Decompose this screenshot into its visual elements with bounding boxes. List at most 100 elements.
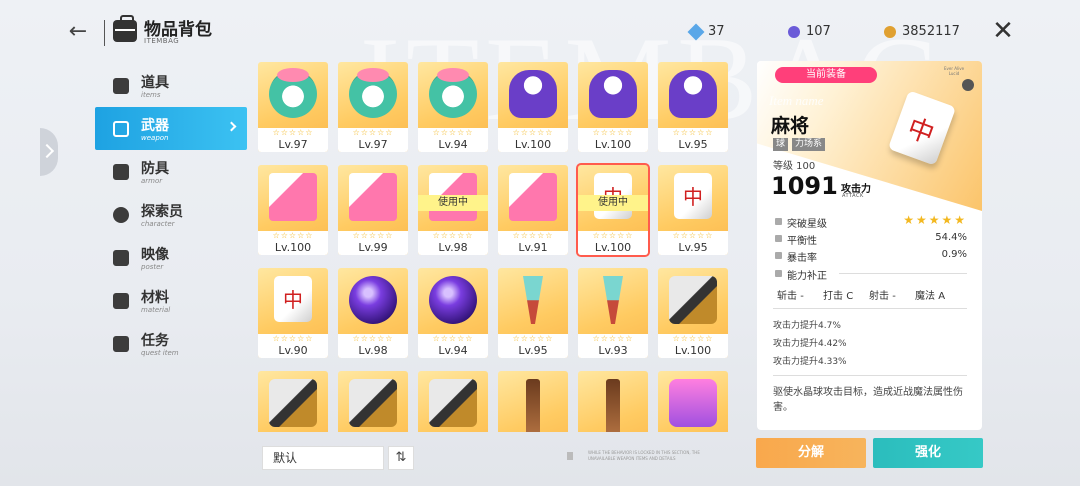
cube-item-icon [269, 173, 317, 221]
item-stars: ☆☆☆☆☆ [432, 231, 474, 240]
item-stars: ☆☆☆☆☆ [512, 231, 554, 240]
close-icon[interactable]: ✕ [990, 16, 1016, 46]
item-level: Lv.91 [518, 241, 548, 254]
stat-row: 突破星级 ★★★★★ [775, 213, 967, 230]
item-slot[interactable]: ☆☆☆☆☆ Lv.91 [498, 165, 568, 255]
dismantle-button[interactable]: 分解 [756, 438, 866, 468]
side-expand-tab[interactable] [40, 128, 58, 176]
item-slot[interactable]: ☆☆☆☆☆ Lv.100 [578, 62, 648, 152]
item-slot[interactable]: ☆☆☆☆☆ Lv.100 [498, 62, 568, 152]
nav-label: 武器 [141, 118, 169, 134]
currency-value: 3852117 [902, 24, 960, 39]
gun-item-icon [606, 379, 620, 432]
attack-label-en: ATTACK [842, 193, 864, 199]
item-slot[interactable]: ☆☆☆☆☆Lv.90 [258, 268, 328, 358]
correction-item: 射击 - [869, 287, 896, 302]
nav-item-poster[interactable]: 映像 poster [95, 236, 247, 279]
divider [839, 273, 967, 274]
nav-label: 任务 [141, 333, 169, 349]
item-detail-panel: 当前装备 Ever Alive Lucid Item name 麻将 球 力场系… [757, 61, 982, 430]
quest-icon [113, 335, 129, 352]
horn-item-icon [429, 379, 477, 427]
currency-diamond: 37 [687, 23, 725, 40]
nav-item-material[interactable]: 材料 material [95, 279, 247, 322]
weapon-icon [113, 120, 129, 137]
cube-item-icon [509, 173, 557, 221]
item-level: Lv.100 [674, 344, 712, 357]
item-level: Lv.100 [514, 138, 552, 151]
purple-orb-icon [788, 25, 800, 38]
header: ← 物品背包 ITEMBAG 37 107 3852117 ✕ [0, 0, 1080, 60]
diamond-icon [687, 23, 705, 40]
item-slot[interactable]: ☆☆☆☆☆Lv.95 [658, 62, 728, 152]
chart-icon [775, 270, 782, 277]
nav-item-weapon[interactable]: 武器 weapon [95, 107, 247, 150]
item-level: Lv.98 [438, 241, 468, 254]
item-level: Lv.98 [358, 344, 388, 357]
item-slot[interactable] [658, 371, 728, 432]
correction-item: 斩击 - [777, 287, 804, 302]
correction-name: 射击 [869, 291, 889, 302]
horn-item-icon [349, 379, 397, 427]
stat-value: 0.9% [941, 249, 967, 260]
item-slot[interactable] [258, 371, 328, 432]
stat-row: 暴击率 0.9% [775, 249, 967, 264]
back-arrow-icon[interactable]: ← [64, 18, 92, 46]
doll-item-icon [589, 70, 637, 118]
item-tag: 球 [773, 138, 789, 151]
item-level: Lv.95 [518, 344, 548, 357]
horn-item-icon [669, 276, 717, 324]
item-slot[interactable] [578, 371, 648, 432]
tile-item-icon [274, 276, 312, 322]
item-level: Lv.97 [278, 138, 308, 151]
wand-item-icon [523, 276, 543, 324]
nav-item-items[interactable]: 道具 items [95, 64, 247, 107]
nav-item-character[interactable]: 探索员 character [95, 193, 247, 236]
item-stars: ☆☆☆☆☆ [592, 128, 634, 137]
item-description: 驱使水晶球攻击目标，造成近战魔法属性伤害。 [773, 387, 963, 413]
item-slot[interactable]: ☆☆☆☆☆ Lv.94 [418, 62, 488, 152]
item-slot[interactable]: ☆☆☆☆☆Lv.95 [658, 165, 728, 255]
item-level: Lv.95 [678, 138, 708, 151]
item-slot[interactable]: ☆☆☆☆☆ Lv.93 [578, 268, 648, 358]
item-slot[interactable] [338, 371, 408, 432]
item-level: Lv.94 [438, 138, 468, 151]
correction-title: 能力补正 [787, 271, 827, 282]
stat-name: 暴击率 [787, 253, 817, 264]
item-slot[interactable]: ☆☆☆☆☆ Lv.97 [258, 62, 328, 152]
nav-item-armor[interactable]: 防具 armor [95, 150, 247, 193]
item-slot[interactable]: ☆☆☆☆☆ Lv.98 使用中 [418, 165, 488, 255]
stat-icon [775, 218, 782, 225]
nav-item-quest[interactable]: 任务 quest item [95, 322, 247, 365]
item-slot[interactable]: ☆☆☆☆☆ Lv.94 [418, 268, 488, 358]
currency-value: 107 [806, 24, 831, 39]
item-slot[interactable] [498, 371, 568, 432]
item-slot[interactable]: ☆☆☆☆☆Lv.95 [498, 268, 568, 358]
item-level: Lv.95 [678, 241, 708, 254]
item-slot[interactable] [418, 371, 488, 432]
sort-order-icon[interactable]: ⇅ [388, 446, 414, 470]
item-slot[interactable]: ☆☆☆☆☆ Lv.98 [338, 268, 408, 358]
in-use-label: 使用中 [418, 195, 488, 211]
header-divider [104, 20, 105, 46]
sort-select[interactable]: 默认 [262, 446, 384, 470]
item-stars: ☆☆☆☆☆ [672, 128, 714, 137]
lock-icon[interactable] [962, 79, 974, 91]
item-slot[interactable]: ☆☆☆☆☆Lv.100 使用中 [576, 163, 650, 257]
item-slot[interactable]: ☆☆☆☆☆ Lv.100 [658, 268, 728, 358]
gun-item-icon [526, 379, 540, 432]
item-slot[interactable]: ☆☆☆☆☆ Lv.99 [338, 165, 408, 255]
bag-icon [113, 15, 137, 42]
stat-name: 突破星级 [787, 219, 827, 230]
item-stars: ☆☆☆☆☆ [672, 231, 714, 240]
enhance-button[interactable]: 强化 [873, 438, 983, 468]
item-level: Lv.100 [594, 241, 632, 254]
item-level: Lv.99 [358, 241, 388, 254]
pig-item-icon [349, 68, 397, 118]
pig-item-icon [269, 68, 317, 118]
item-slot[interactable]: ☆☆☆☆☆ Lv.97 [338, 62, 408, 152]
item-stars: ☆☆☆☆☆ [672, 334, 714, 343]
nav-sublabel: quest item [141, 349, 179, 357]
item-slot[interactable]: ☆☆☆☆☆ Lv.100 [258, 165, 328, 255]
item-stars: ☆☆☆☆☆ [272, 128, 314, 137]
